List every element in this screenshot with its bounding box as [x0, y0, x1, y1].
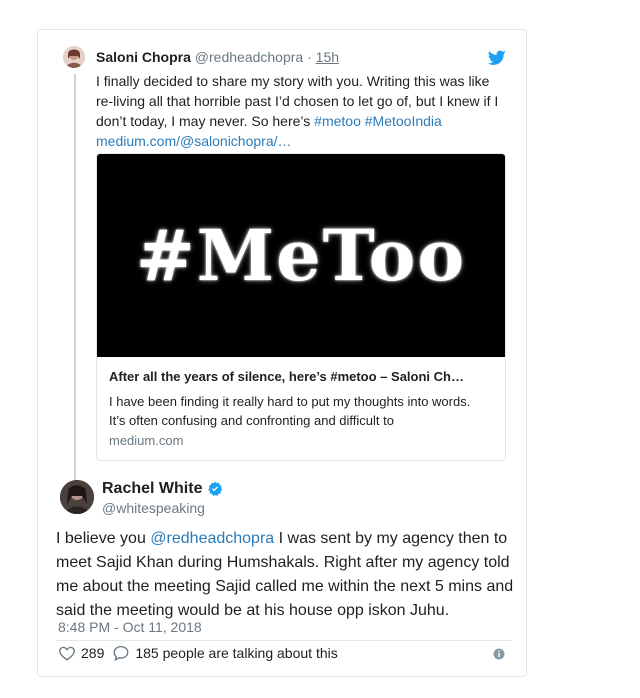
quoted-tweet-time[interactable]: 15h [316, 49, 339, 65]
conversation-action[interactable]: 185 people are talking about this [112, 644, 338, 662]
footer-divider [56, 640, 511, 641]
reply-tweet-text: I believe you @redheadchopra I was sent … [56, 527, 516, 623]
quoted-author-name[interactable]: Saloni Chopra [96, 49, 191, 65]
verified-badge-icon [208, 481, 223, 496]
separator-dot: · [307, 49, 312, 65]
mention-redheadchopra[interactable]: @redheadchopra [150, 530, 274, 547]
hashtag-metoo[interactable]: #metoo [314, 113, 361, 129]
link-preview-image[interactable]: #MeToo [97, 154, 505, 357]
quoted-tweet-text: I finally decided to share my story with… [96, 71, 506, 151]
thread-connector-line [74, 74, 76, 502]
info-icon[interactable] [493, 648, 505, 660]
like-count: 289 [81, 645, 105, 661]
speech-bubble-icon [113, 645, 129, 662]
rachel-avatar[interactable] [60, 480, 94, 514]
link-preview-description: I have been finding it really hard to pu… [109, 394, 471, 428]
medium-link[interactable]: medium.com/@salonichopra/… [96, 133, 292, 149]
tweet-actions: 289 185 people are talking about this [58, 644, 346, 662]
twitter-bird-icon[interactable] [488, 50, 506, 66]
embedded-tweet-card: Saloni Chopra @redheadchopra · 15h I fin… [37, 29, 527, 677]
quoted-tweet-header: Saloni Chopra @redheadchopra · 15h [96, 49, 339, 65]
reply-author-name-row[interactable]: Rachel White [102, 480, 223, 498]
link-preview-title[interactable]: After all the years of silence, here’s #… [109, 369, 494, 384]
reply-author-handle[interactable]: @whitespeaking [102, 500, 205, 516]
talking-about-text: 185 people are talking about this [135, 645, 338, 661]
reply-text-start: I believe you [56, 530, 146, 547]
heart-icon [59, 646, 75, 661]
reply-author-name[interactable]: Rachel White [102, 480, 202, 498]
metoo-image-text: #MeToo [135, 214, 467, 297]
saloni-avatar[interactable] [63, 46, 85, 68]
like-action[interactable]: 289 [58, 644, 104, 662]
link-preview-domain: medium.com [109, 433, 184, 448]
reply-timestamp[interactable]: 8:48 PM - Oct 11, 2018 [58, 619, 202, 635]
quoted-author-handle[interactable]: @redheadchopra [195, 49, 303, 65]
link-preview-card[interactable]: #MeToo After all the years of silence, h… [96, 153, 506, 461]
hashtag-metooindia[interactable]: #MetooIndia [365, 113, 442, 129]
